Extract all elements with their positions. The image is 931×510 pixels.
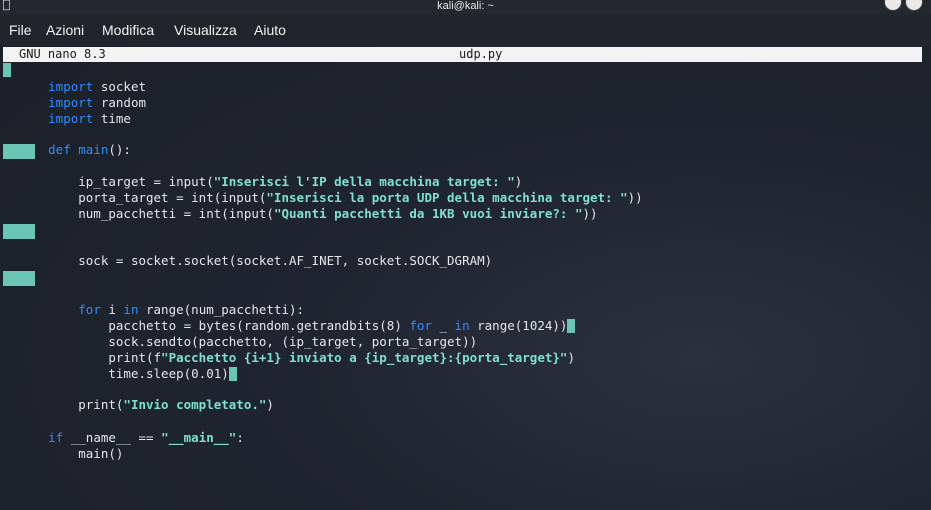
trailing-whitespace-marker [228, 367, 237, 381]
code-line: sock.sendto(pacchetto, (ip_target, porta… [3, 318, 477, 349]
code-line: print(f"Pacchetto {i+1} inviato a {ip_ta… [3, 334, 575, 365]
code-editor[interactable]: import socket import random import time … [3, 62, 931, 510]
code-line: def main(): [3, 126, 131, 157]
code-text: main() [48, 446, 124, 461]
code-text: sock = socket.socket(socket.AF_INET, soc… [48, 253, 493, 268]
code-line: main() [3, 430, 123, 461]
function-name: main [78, 142, 109, 157]
code-text: (): [108, 142, 131, 157]
menu-bar: File Azioni Modifica Visualizza Aiuto [0, 14, 931, 46]
nano-version: GNU nano 8.3 [19, 47, 106, 61]
code-line: ip_target = input("Inserisci l'IP della … [3, 158, 522, 189]
menu-file[interactable]: File [9, 21, 32, 39]
code-line: import time [3, 95, 131, 126]
string-literal: "Invio completato." [123, 397, 267, 412]
code-line: print("Invio completato.") [3, 381, 274, 412]
code-text: num_pacchetti = int(input( [48, 206, 274, 221]
code-line: import random [3, 79, 146, 110]
window-title: kali@kali: ~ [437, 0, 494, 12]
menu-aiuto[interactable]: Aiuto [254, 21, 286, 39]
code-text: time [93, 111, 131, 126]
code-text: : [236, 430, 244, 445]
code-line: porta_target = int(input("Inserisci la p… [3, 174, 642, 205]
code-line: if __name__ == "__main__": [3, 414, 244, 445]
code-text: )) [627, 190, 643, 205]
nano-header: GNU nano 8.3 udp.py [3, 47, 922, 62]
code-text: print( [48, 397, 124, 412]
menu-azioni[interactable]: Azioni [46, 21, 84, 39]
code-text: ) [567, 350, 575, 365]
code-text: ) [266, 397, 274, 412]
text-cursor [3, 63, 11, 77]
code-text: time.sleep(0.01) [48, 366, 229, 381]
menu-modifica[interactable]: Modifica [102, 21, 154, 39]
code-text: range(1024)) [469, 318, 568, 333]
code-line: sock = socket.socket(socket.AF_INET, soc… [3, 237, 492, 268]
keyword: import [48, 111, 94, 126]
string-literal: "Quanti pacchetti da 1KB vuoi inviare?: … [273, 206, 583, 221]
trailing-whitespace-marker [3, 144, 35, 159]
code-text: )) [582, 206, 598, 221]
code-line: time.sleep(0.01) [3, 350, 237, 381]
file-name: udp.py [459, 47, 503, 61]
menu-visualizza[interactable]: Visualizza [174, 21, 237, 39]
code-line: num_pacchetti = int(input("Quanti pacche… [3, 190, 597, 221]
trailing-whitespace-marker [3, 271, 35, 286]
code-line: import socket [3, 63, 146, 94]
title-bar: ⎕ kali@kali: ~ [0, 0, 931, 14]
code-line: for i in range(num_pacchetti): [3, 286, 304, 317]
string-literal: "__main__" [161, 430, 237, 445]
keyword: def [48, 142, 71, 157]
terminal-window: ⎕ kali@kali: ~ File Azioni Modifica Visu… [0, 0, 931, 510]
code-line: pacchetto = bytes(random.getrandbits(8) … [3, 302, 576, 333]
trailing-whitespace-marker [567, 319, 576, 333]
